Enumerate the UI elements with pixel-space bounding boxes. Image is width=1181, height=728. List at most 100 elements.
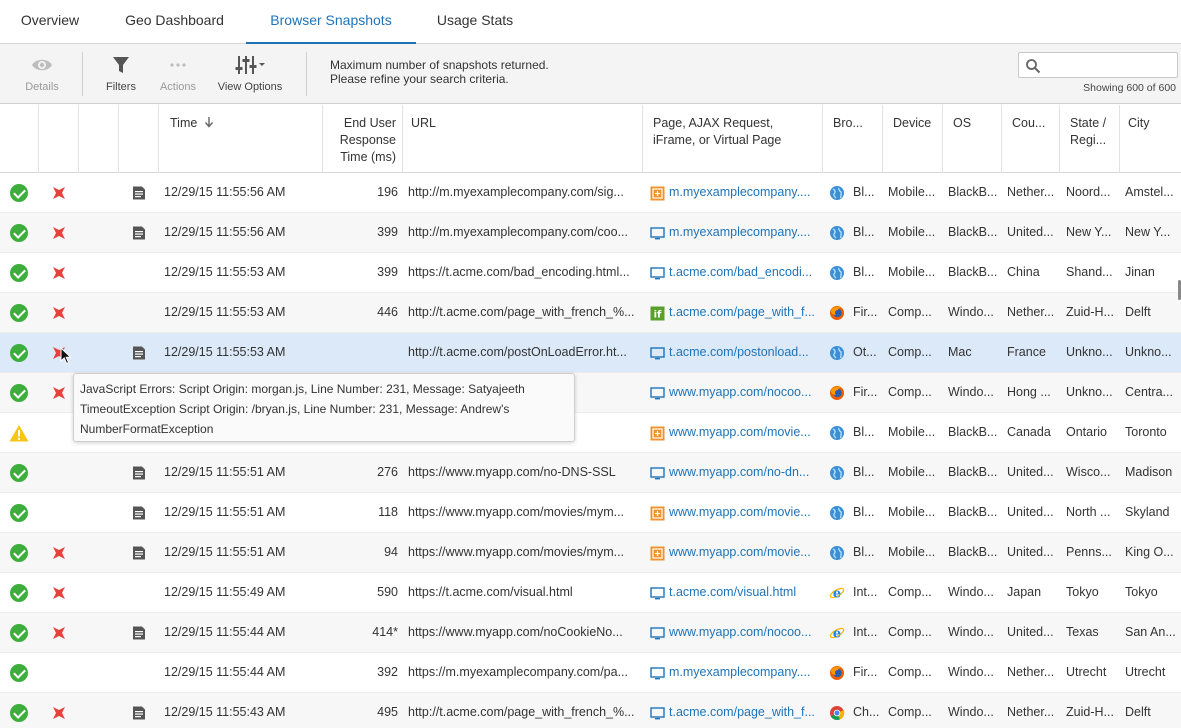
cell-page-link[interactable]: www.myapp.com/movie... xyxy=(669,413,816,453)
snapshot-doc-icon[interactable] xyxy=(132,186,146,200)
cell-page-link[interactable]: www.myapp.com/nocoo... xyxy=(669,613,816,653)
search-input[interactable] xyxy=(1045,56,1173,74)
page-type-ajax-icon xyxy=(650,506,665,521)
status-ok-icon[interactable] xyxy=(10,184,28,202)
column-header-device[interactable]: Device xyxy=(882,105,942,173)
column-header-snapshot[interactable] xyxy=(118,105,158,173)
cell-time: 12/29/15 11:55:51 AM xyxy=(164,545,286,559)
actions-button[interactable]: Actions xyxy=(154,44,202,104)
table-row[interactable]: 12/29/15 11:55:56 AM 399 http://m.myexampl… xyxy=(0,213,1181,253)
tab-usage-stats[interactable]: Usage Stats xyxy=(428,0,522,44)
error-icon[interactable] xyxy=(52,226,66,240)
status-ok-icon[interactable] xyxy=(10,304,28,322)
column-header-os[interactable]: OS xyxy=(942,105,1001,173)
cell-page-link[interactable]: www.myapp.com/nocoo... xyxy=(669,373,816,413)
table-row[interactable]: 12/29/15 11:55:51 AM 276 https://www.myapp… xyxy=(0,453,1181,493)
table-row[interactable]: 12/29/15 11:55:44 AM 414* https://www.myap… xyxy=(0,613,1181,653)
column-header-url[interactable]: URL xyxy=(402,105,642,173)
cell-device: Mobile... xyxy=(888,545,936,559)
status-ok-icon[interactable] xyxy=(10,544,28,562)
cell-page-link[interactable]: t.acme.com/page_with_f... xyxy=(669,693,816,728)
error-icon[interactable] xyxy=(52,386,66,400)
table-row[interactable]: 12/29/15 11:55:49 AM 590 https://t.acme.co… xyxy=(0,573,1181,613)
status-ok-icon[interactable] xyxy=(10,504,28,522)
tab-browser-snapshots[interactable]: Browser Snapshots xyxy=(246,0,416,44)
snapshot-doc-icon[interactable] xyxy=(132,506,146,520)
table-row[interactable]: 12/29/15 11:55:44 AM 392 https://m.myexamp… xyxy=(0,653,1181,693)
error-icon[interactable] xyxy=(52,546,66,560)
cell-page-link[interactable]: t.acme.com/visual.html xyxy=(669,573,816,613)
app-root: { "tabs": [ {"label": "Overview", "activ… xyxy=(0,0,1181,728)
column-header-status[interactable] xyxy=(0,105,38,173)
browser-header-label: Bro... xyxy=(833,116,863,130)
status-ok-icon[interactable] xyxy=(10,384,28,402)
snapshot-doc-icon[interactable] xyxy=(132,346,146,360)
warning-icon[interactable] xyxy=(9,424,29,442)
cell-os: BlackB... xyxy=(948,545,998,559)
svg-text:e: e xyxy=(833,627,841,642)
cell-country: France xyxy=(1007,345,1046,359)
tab-geo-dashboard[interactable]: Geo Dashboard xyxy=(114,0,235,44)
error-icon[interactable] xyxy=(52,626,66,640)
cell-page-link[interactable]: m.myexamplecompany.... xyxy=(669,213,816,253)
cell-os: BlackB... xyxy=(948,505,998,519)
column-header-time[interactable]: Time xyxy=(158,105,322,173)
snapshot-doc-icon[interactable] xyxy=(132,626,146,640)
page-type-iframe-icon: if xyxy=(650,306,665,321)
cell-page-link[interactable]: m.myexamplecompany.... xyxy=(669,173,816,213)
filters-button[interactable]: Filters xyxy=(97,44,145,104)
cell-page-link[interactable]: www.myapp.com/no-dn... xyxy=(669,453,816,493)
snapshot-doc-icon[interactable] xyxy=(132,226,146,240)
error-icon[interactable] xyxy=(52,706,66,720)
column-header-page[interactable]: Page, AJAX Request, iFrame, or Virtual P… xyxy=(642,105,822,173)
cell-page-link[interactable]: m.myexamplecompany.... xyxy=(669,653,816,693)
status-ok-icon[interactable] xyxy=(10,344,28,362)
table-row[interactable]: 12/29/15 11:55:53 AM 446 http://t.acme.com… xyxy=(0,293,1181,333)
column-header-response-time[interactable]: End User Response Time (ms) xyxy=(322,105,402,173)
cell-url: http://t.acme.com/postOnLoadError.ht... xyxy=(408,345,627,359)
column-header-city[interactable]: City xyxy=(1119,105,1181,173)
table-row[interactable]: 12/29/15 11:55:51 AM 94 https://www.myapp.… xyxy=(0,533,1181,573)
cell-page-link[interactable]: www.myapp.com/movie... xyxy=(669,493,816,533)
status-ok-icon[interactable] xyxy=(10,624,28,642)
snapshot-doc-icon[interactable] xyxy=(132,466,146,480)
table-row[interactable]: 12/29/15 11:55:53 AM 399 https://t.acme.co… xyxy=(0,253,1181,293)
cell-page-link[interactable]: t.acme.com/postonload... xyxy=(669,333,816,373)
details-label: Details xyxy=(25,81,59,93)
cell-response-time: 118 xyxy=(378,505,398,519)
cell-page-link[interactable]: t.acme.com/page_with_f... xyxy=(669,293,816,333)
table-row[interactable]: 12/29/15 11:55:56 AM 196 http://m.myexampl… xyxy=(0,173,1181,213)
cell-city: Amstel... xyxy=(1125,185,1174,199)
view-options-button[interactable]: View Options xyxy=(214,44,286,104)
cell-url: https://www.myapp.com/movies/mym... xyxy=(408,545,625,559)
table-row[interactable]: 12/29/15 11:55:43 AM 495 http://t.acme.com… xyxy=(0,693,1181,728)
status-ok-icon[interactable] xyxy=(10,584,28,602)
status-ok-icon[interactable] xyxy=(10,664,28,682)
table-row[interactable]: 12/29/15 11:55:53 AM http://t.acme.com/po… xyxy=(0,333,1181,373)
column-header-country[interactable]: Cou... xyxy=(1001,105,1059,173)
table-row[interactable]: 12/29/15 11:55:51 AM 118 https://www.myapp… xyxy=(0,493,1181,533)
firefox-icon xyxy=(830,666,844,680)
tooltip-line: JavaScript Errors: Script Origin: morgan… xyxy=(80,382,525,396)
search-box[interactable] xyxy=(1018,52,1178,78)
column-header-browser[interactable]: Bro... xyxy=(822,105,882,173)
column-header-state[interactable]: State / Regi... xyxy=(1059,105,1119,173)
column-header-errors[interactable] xyxy=(38,105,78,173)
response-header-label: End User Response Time (ms) xyxy=(339,116,396,164)
tab-overview[interactable]: Overview xyxy=(10,0,90,44)
status-ok-icon[interactable] xyxy=(10,224,28,242)
status-ok-icon[interactable] xyxy=(10,704,28,722)
cell-browser: Bl... xyxy=(853,545,875,559)
cell-page-link[interactable]: www.myapp.com/movie... xyxy=(669,533,816,573)
status-ok-icon[interactable] xyxy=(10,264,28,282)
error-icon[interactable] xyxy=(52,266,66,280)
snapshot-doc-icon[interactable] xyxy=(132,706,146,720)
cell-page-link[interactable]: t.acme.com/bad_encodi... xyxy=(669,253,816,293)
error-icon[interactable] xyxy=(52,186,66,200)
error-icon[interactable] xyxy=(52,586,66,600)
snapshot-doc-icon[interactable] xyxy=(132,546,146,560)
status-ok-icon[interactable] xyxy=(10,464,28,482)
error-icon[interactable] xyxy=(52,306,66,320)
column-header-detail[interactable] xyxy=(78,105,118,173)
details-button[interactable]: Details xyxy=(14,44,70,104)
